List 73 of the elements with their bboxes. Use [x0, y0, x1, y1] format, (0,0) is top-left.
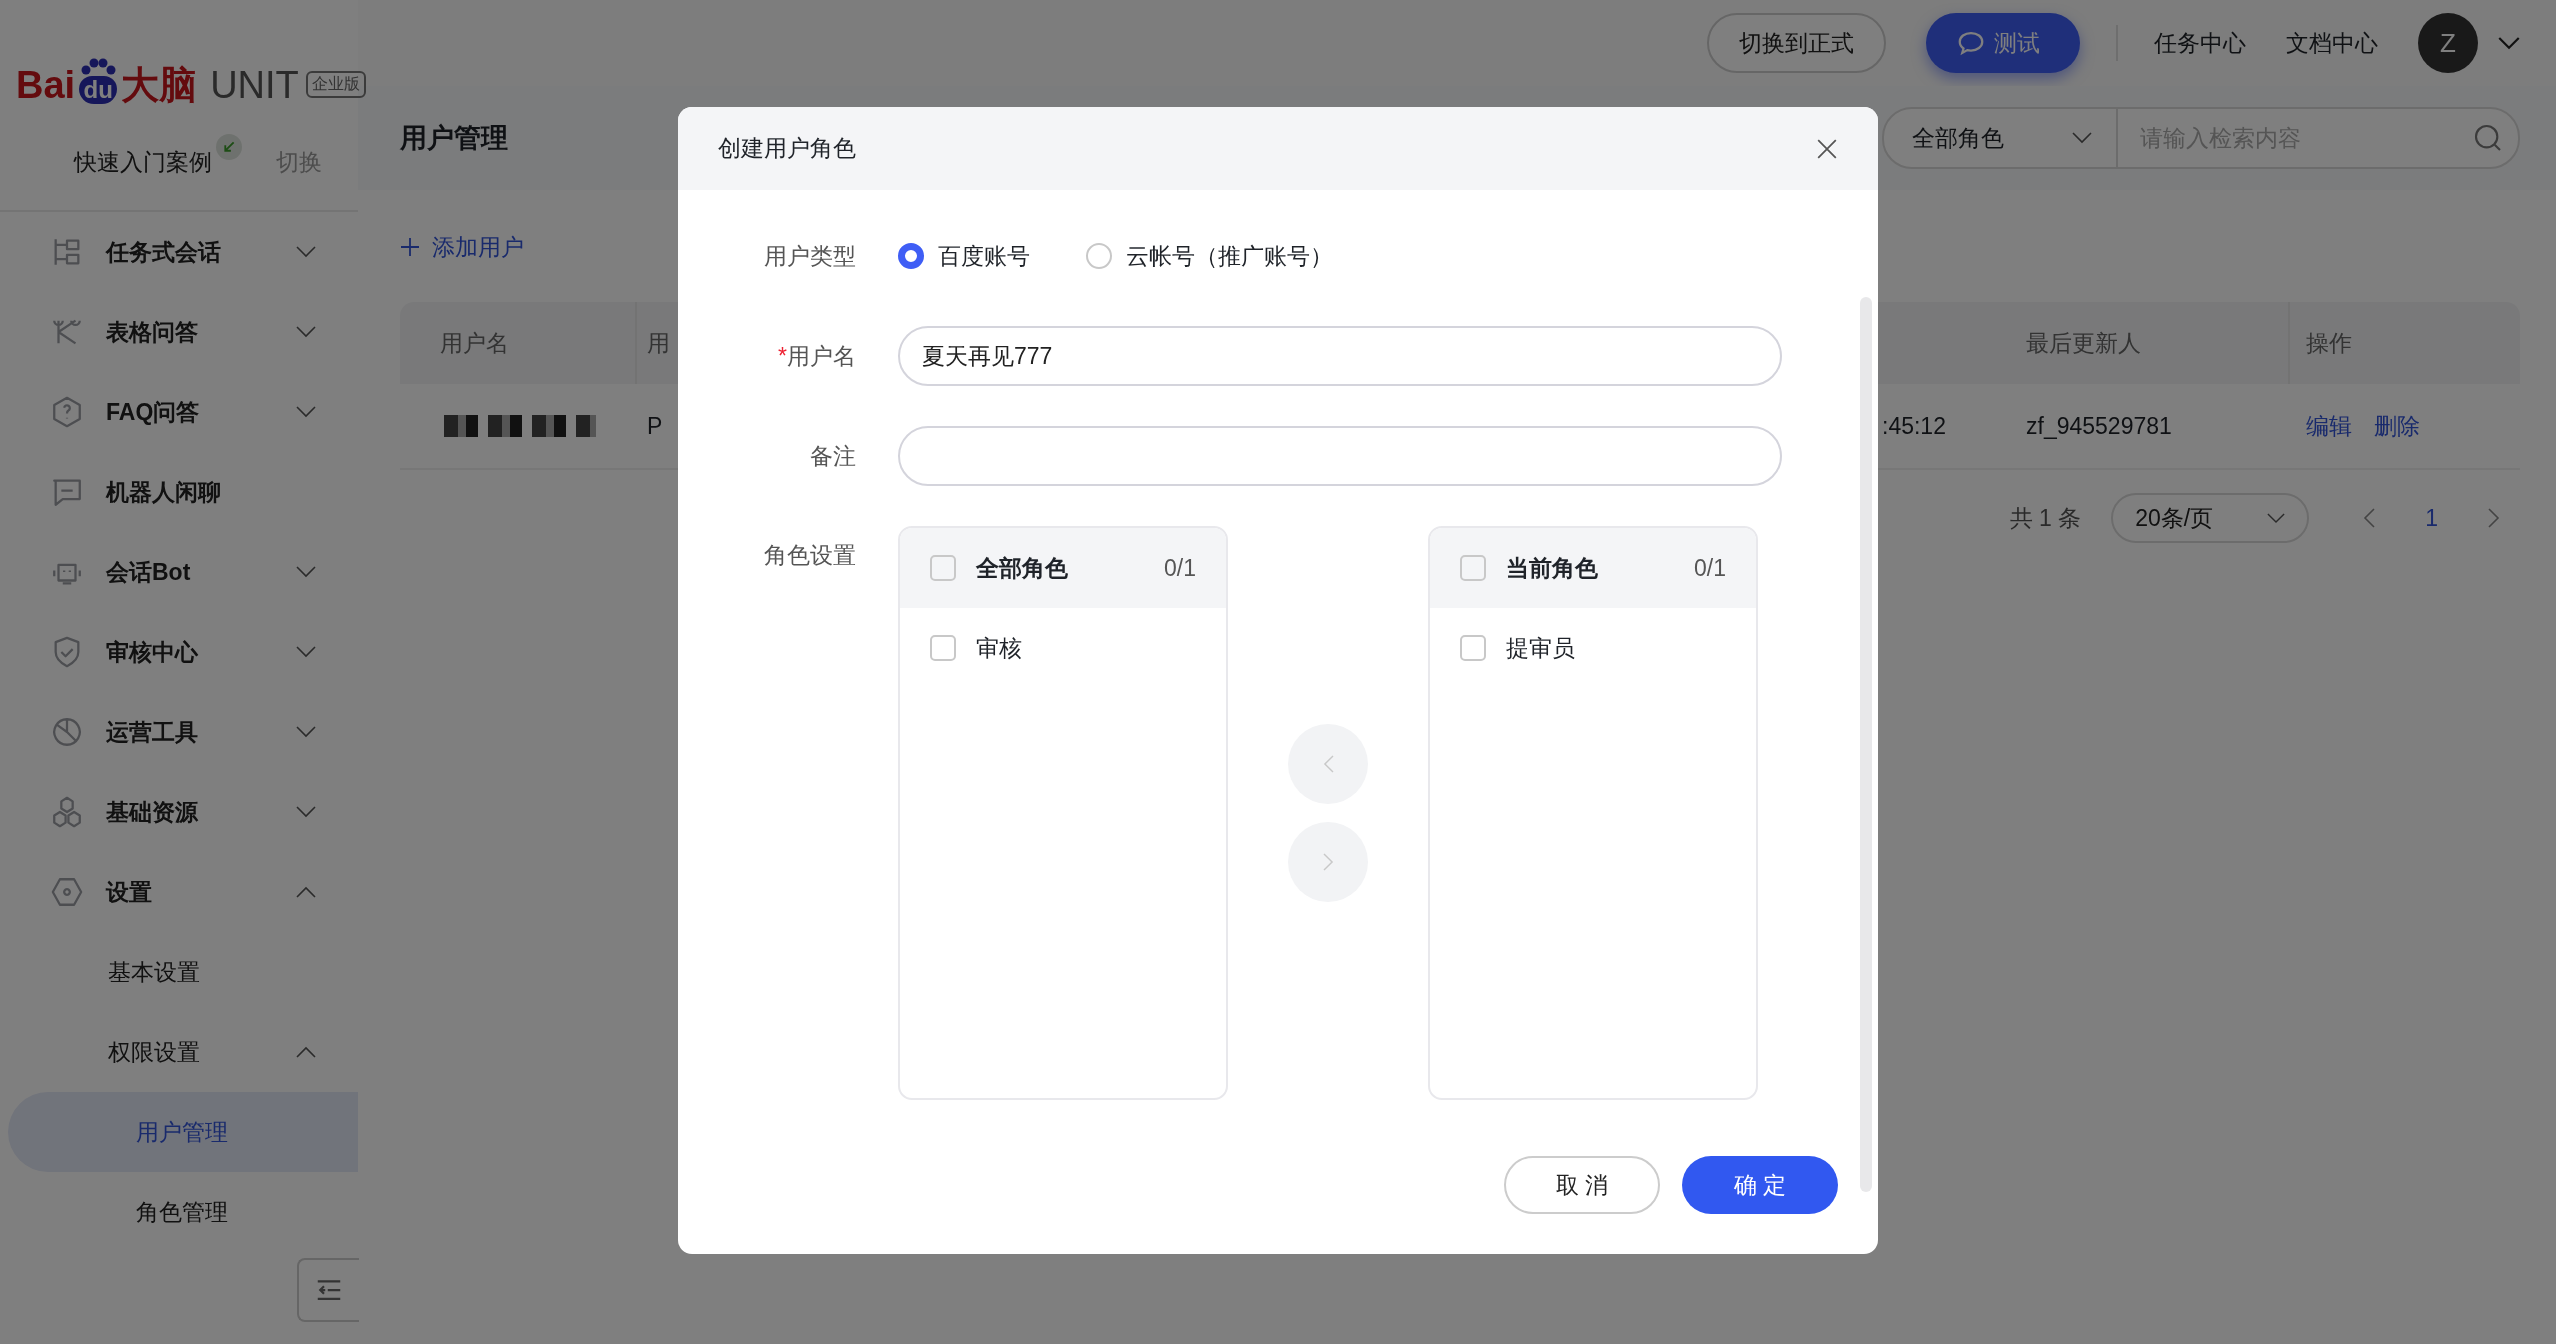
checkbox[interactable] [930, 635, 956, 661]
table-cell: zf_945529781 [2010, 384, 2290, 470]
page-number[interactable]: 1 [2405, 504, 2458, 532]
close-icon[interactable] [1816, 137, 1838, 160]
column-header: 最后更新人 [2010, 302, 2290, 384]
menu-item[interactable]: 权限设置 [0, 1012, 358, 1092]
arrow-badge-icon [216, 134, 242, 160]
logo-text: 大脑 [121, 66, 198, 104]
logo-product: UNIT [210, 66, 299, 104]
menu-item[interactable]: 基本设置 [0, 932, 358, 1012]
collapse-button[interactable] [297, 1258, 359, 1322]
action-link[interactable]: 删除 [2374, 410, 2420, 442]
role-filter-dropdown[interactable]: 全部角色 [1884, 109, 2118, 167]
field-label: 用户类型 [763, 241, 857, 271]
chevron-left-icon [1322, 755, 1334, 773]
dialog-title: 创建用户角色 [718, 134, 856, 163]
logo-text: du [79, 76, 117, 104]
switch-to-production-button[interactable]: 切换到正式 [1707, 13, 1886, 73]
quick-start-label[interactable]: 快速入门案例 [74, 146, 212, 178]
chevron-icon[interactable] [2498, 36, 2520, 50]
selection-count: 0/1 [1694, 554, 1726, 582]
page-title: 用户管理 [400, 122, 508, 155]
menu-item[interactable]: 机器人闲聊 [0, 452, 358, 532]
menu-item[interactable]: 设置 [0, 852, 358, 932]
cancel-button[interactable]: 取 消 [1504, 1156, 1660, 1214]
plus-icon [400, 237, 420, 257]
field-label: 角色设置 [763, 541, 857, 570]
menu-item[interactable]: 运营工具 [0, 692, 358, 772]
radio-button[interactable] [1086, 243, 1112, 269]
radio-option[interactable]: 云帐号（推广账号） [1086, 240, 1333, 272]
add-user-button[interactable]: 添加用户 [400, 212, 524, 282]
menu-item[interactable]: 审核中心 [0, 612, 358, 692]
menu-item[interactable]: 用户管理 [8, 1092, 358, 1172]
role-item[interactable]: 审核 [900, 608, 1226, 688]
hexagons-icon [50, 795, 84, 829]
chevron-icon [2072, 132, 2092, 144]
radio-button[interactable] [898, 243, 924, 269]
note-field[interactable] [898, 426, 1782, 486]
action-link[interactable]: 编辑 [2306, 410, 2352, 442]
panel-title: 当前角色 [1506, 553, 1599, 583]
menu-item[interactable]: 表格问答 [0, 292, 358, 372]
gear-hexagon-icon [50, 875, 84, 909]
avatar[interactable]: Z [2418, 13, 2478, 73]
field-label: 备注 [809, 441, 857, 471]
menu-item[interactable]: 基础资源 [0, 772, 358, 852]
previous-page-icon[interactable] [2363, 508, 2376, 528]
question-hexagon-icon [50, 395, 84, 429]
checkbox[interactable] [1460, 555, 1486, 581]
nav-link[interactable]: 文档中心 [2286, 27, 2378, 59]
radio-option[interactable]: 百度账号 [898, 240, 1030, 272]
chevron-right-icon [1322, 853, 1334, 871]
confirm-button[interactable]: 确 定 [1682, 1156, 1838, 1214]
total-count: 共 1 条 [2009, 503, 2082, 533]
selection-count: 0/1 [1164, 554, 1196, 582]
pie-chart-icon [50, 715, 84, 749]
column-header: 用户名 [400, 302, 637, 384]
role-item[interactable]: 提审员 [1430, 608, 1756, 688]
username-field[interactable]: 夏天再见777 [898, 326, 1782, 386]
page-size-dropdown[interactable]: 20条/页 [2111, 493, 2310, 543]
menu-item[interactable]: FAQ问答 [0, 372, 358, 452]
field-label: *用户名 [777, 341, 857, 371]
chevron-icon [2267, 512, 2286, 524]
menu-item[interactable]: 任务式会话 [0, 212, 358, 292]
menu-item[interactable]: 会话Bot [0, 532, 358, 612]
logo-text: Bai [16, 66, 76, 104]
panel-title: 全部角色 [976, 553, 1069, 583]
next-page-icon[interactable] [2488, 508, 2500, 528]
nav-link[interactable]: 任务中心 [2154, 27, 2246, 59]
test-button[interactable]: 测试 [1926, 13, 2080, 73]
checkbox[interactable] [1460, 635, 1486, 661]
menu-item[interactable]: 角色管理 [8, 1172, 358, 1252]
column-header: 操作 [2290, 302, 2520, 384]
checkbox[interactable] [930, 555, 956, 581]
